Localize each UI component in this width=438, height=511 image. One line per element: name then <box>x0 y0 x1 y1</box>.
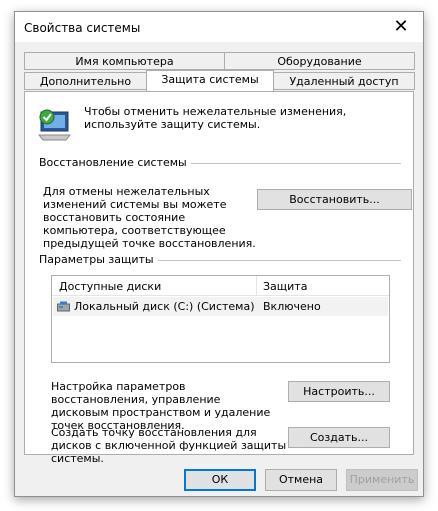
title-bar: Свойства системы ✕ <box>15 12 423 42</box>
apply-button[interactable]: Применить <box>346 469 418 491</box>
tab-remote[interactable]: Удаленный доступ <box>273 72 415 90</box>
create-button[interactable]: Создать... <box>288 427 390 448</box>
restore-heading: Восстановление системы <box>39 156 191 169</box>
column-header-drives[interactable]: Доступные диски <box>59 280 161 293</box>
window-title: Свойства системы <box>24 21 141 35</box>
configure-description: Настройка параметров восстановления, упр… <box>51 380 271 432</box>
drive-name: Локальный диск (C:) (Система) <box>74 300 255 313</box>
table-row[interactable]: Локальный диск (C:) (Система) Включено <box>53 297 388 316</box>
drives-table: Доступные диски Защита Локальный диск (C… <box>51 275 390 363</box>
create-description: Создать точку восстановления для дисков … <box>51 426 287 465</box>
system-protection-panel: Чтобы отменить нежелательные изменения, … <box>24 91 414 465</box>
system-protection-icon <box>36 105 74 143</box>
restore-button[interactable]: Восстановить... <box>257 189 412 210</box>
tab-computer-name[interactable]: Имя компьютера <box>24 52 225 70</box>
drive-protection-status: Включено <box>263 300 321 313</box>
configure-button[interactable]: Настроить... <box>288 381 390 402</box>
system-properties-window: Свойства системы ✕ Имя компьютера Оборуд… <box>14 11 424 497</box>
close-icon[interactable]: ✕ <box>379 12 423 42</box>
drive-icon <box>57 301 70 312</box>
restore-description: Для отмены нежелательных изменений систе… <box>43 185 256 250</box>
ok-button[interactable]: ОК <box>184 469 256 491</box>
tab-advanced[interactable]: Дополнительно <box>24 72 147 90</box>
protection-heading: Параметры защиты <box>39 253 158 266</box>
tab-hardware[interactable]: Оборудование <box>224 52 415 70</box>
cancel-button[interactable]: Отмена <box>265 469 337 491</box>
info-text: Чтобы отменить нежелательные изменения, … <box>84 105 347 131</box>
tab-system-protection[interactable]: Защита системы <box>146 70 274 91</box>
column-header-protection[interactable]: Защита <box>263 280 307 293</box>
